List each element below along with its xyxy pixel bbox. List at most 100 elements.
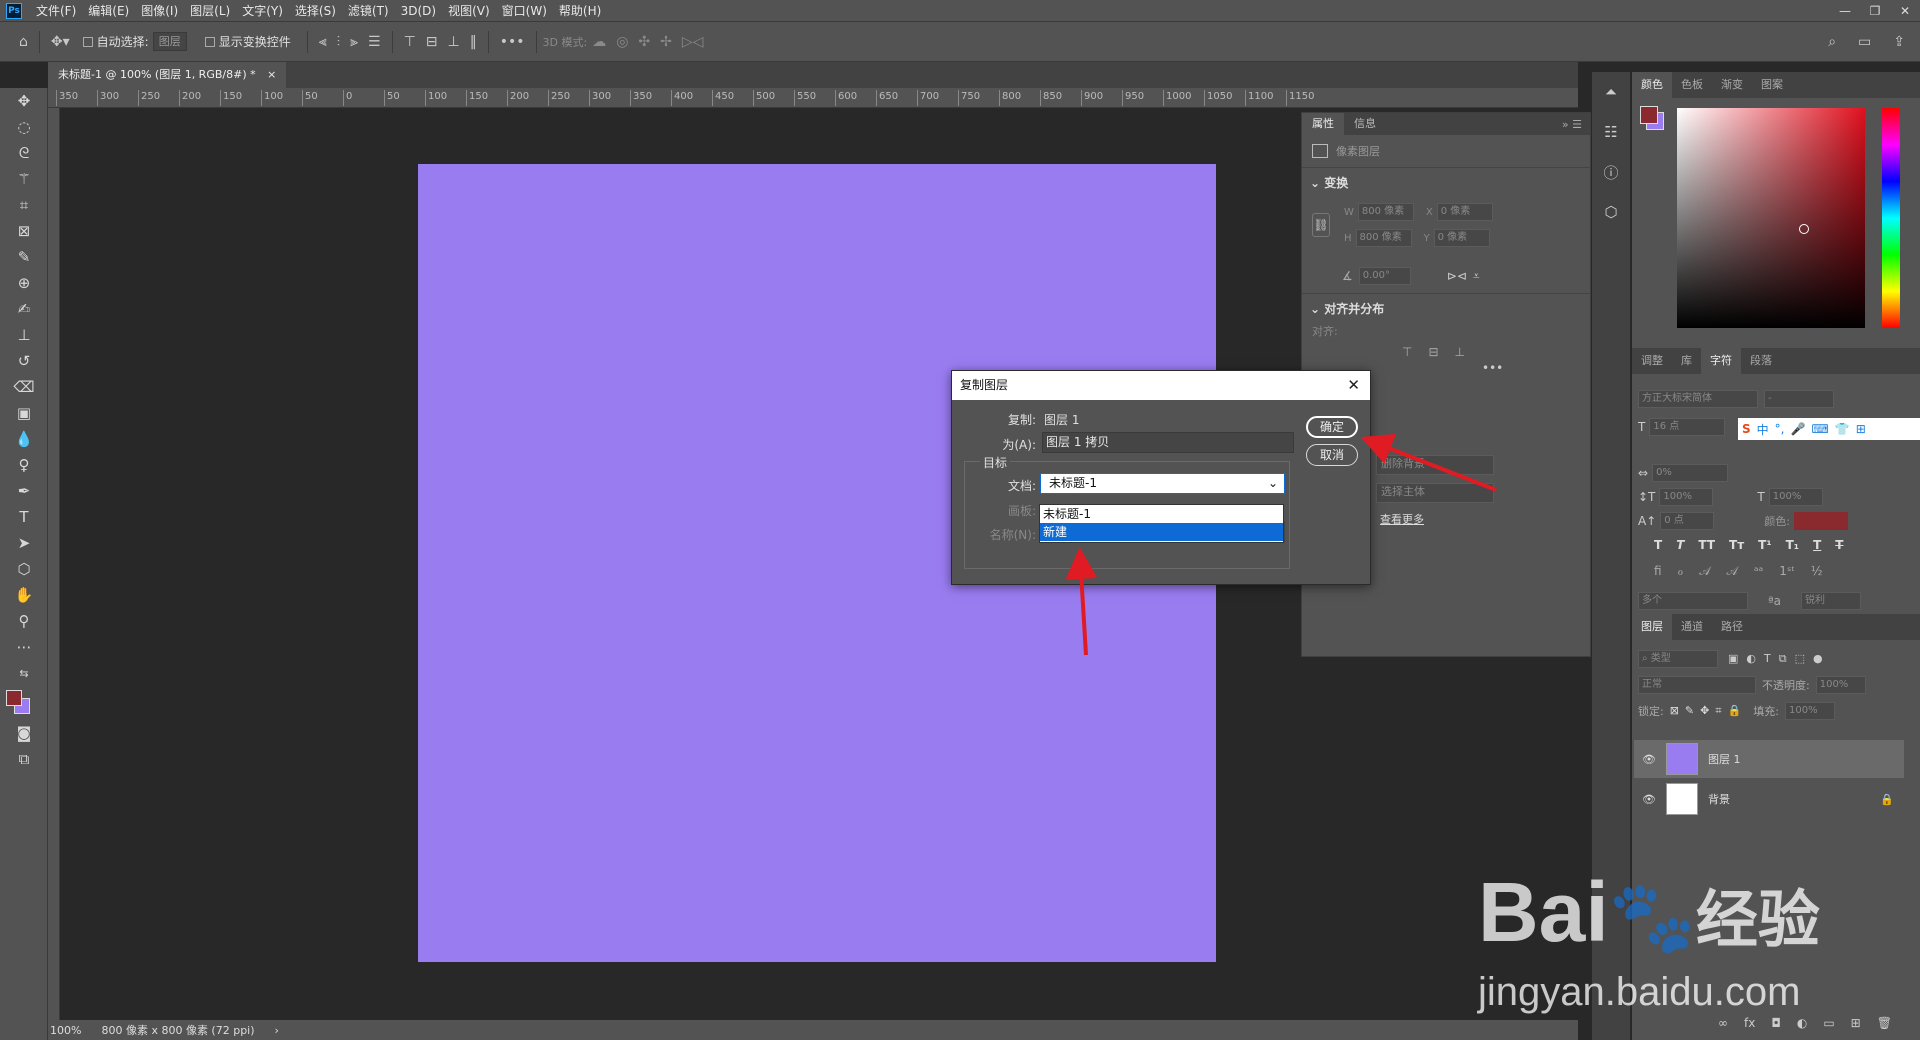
tab-character[interactable]: 字符 xyxy=(1701,348,1741,374)
faux-bold-icon[interactable]: T xyxy=(1654,538,1662,552)
vertical-scale-field[interactable]: 100% xyxy=(1659,488,1714,506)
swap-colors-icon[interactable]: ⇆ xyxy=(0,660,48,686)
tracking-field[interactable]: 0% xyxy=(1652,464,1729,482)
ligature-icon[interactable]: ﬁ xyxy=(1654,564,1662,579)
ime-voice-icon[interactable]: 🎤 xyxy=(1791,422,1806,436)
flip-vertical-icon[interactable]: ⩡ xyxy=(1473,269,1480,284)
font-family-field[interactable]: 方正大标宋简体 xyxy=(1638,390,1758,408)
eye-icon[interactable]: 👁 xyxy=(1642,753,1656,766)
align-bottom-icon[interactable]: ⊥ xyxy=(1455,345,1465,359)
menu-select[interactable]: 选择(S) xyxy=(289,0,342,22)
angle-field[interactable]: 0.00° xyxy=(1358,267,1411,285)
color-picker-field[interactable] xyxy=(1677,108,1865,328)
layer-name[interactable]: 背景 xyxy=(1708,791,1730,807)
menu-window[interactable]: 窗口(W) xyxy=(496,0,553,22)
width-field[interactable]: 800 像素 xyxy=(1357,203,1414,221)
marquee-tool-icon[interactable]: ◌ xyxy=(0,114,48,140)
menu-3d[interactable]: 3D(D) xyxy=(395,0,442,22)
align-middle-icon[interactable]: ⊟ xyxy=(1428,345,1438,359)
hue-slider[interactable] xyxy=(1882,108,1900,328)
align-hcenter-icon[interactable]: ⫶ xyxy=(332,34,346,50)
3d-cube-icon[interactable]: ⬡ xyxy=(1592,192,1630,232)
menu-type[interactable]: 文字(Y) xyxy=(236,0,289,22)
tab-color[interactable]: 颜色 xyxy=(1632,72,1672,98)
titling-icon[interactable]: ᵃᵃ xyxy=(1754,564,1763,579)
foreground-color-swatch[interactable] xyxy=(6,690,22,706)
document-tab[interactable]: 未标题-1 @ 100% (图层 1, RGB/8#) * × xyxy=(48,62,287,88)
menu-view[interactable]: 视图(V) xyxy=(442,0,496,22)
panel-collapse-icon[interactable]: » ☰ xyxy=(1562,118,1590,131)
align-right-icon[interactable]: ⫸ xyxy=(345,34,363,50)
tab-gradients[interactable]: 渐变 xyxy=(1712,72,1752,98)
adjust-icon[interactable]: ☷ xyxy=(1592,112,1630,152)
path-select-icon[interactable]: ➤ xyxy=(0,530,48,556)
blur-tool-icon[interactable]: 💧 xyxy=(0,426,48,452)
underline-icon[interactable]: T xyxy=(1813,538,1821,552)
see-more-link[interactable]: 查看更多 xyxy=(1376,511,1494,527)
history-icon[interactable]: ⏶ xyxy=(1592,72,1630,112)
tab-info[interactable]: 信息 xyxy=(1344,113,1386,135)
move-tool-icon[interactable]: ✥ xyxy=(0,88,48,114)
panel-fg-color[interactable] xyxy=(1640,106,1658,124)
3d-pan-icon[interactable]: ✣ xyxy=(633,34,655,50)
new-layer-icon[interactable]: ⊞ xyxy=(1851,1016,1861,1030)
move-tool-icon[interactable]: ✥▾ xyxy=(46,34,75,50)
lasso-tool-icon[interactable]: ᘓ xyxy=(0,140,48,166)
eyedropper-icon[interactable]: ✎ xyxy=(0,244,48,270)
layer-row[interactable]: 👁 背景 🔒 xyxy=(1634,780,1904,818)
transform-section-title[interactable]: ⌄ 变换 xyxy=(1302,168,1590,197)
align-left-icon[interactable]: ⫷ xyxy=(314,34,332,50)
shape-tool-icon[interactable]: ⬡ xyxy=(0,556,48,582)
menu-image[interactable]: 图像(I) xyxy=(135,0,184,22)
status-arrow-icon[interactable]: › xyxy=(275,1024,279,1037)
stamp-tool-icon[interactable]: ⊥ xyxy=(0,322,48,348)
lock-icons[interactable]: ⊠✎✥⌗🔒 xyxy=(1670,704,1748,718)
x-field[interactable]: 0 像素 xyxy=(1436,203,1493,221)
history-brush-icon[interactable]: ↺ xyxy=(0,348,48,374)
3d-slide-icon[interactable]: ✢ xyxy=(655,34,677,50)
font-size-field[interactable]: 16 点 xyxy=(1649,418,1726,436)
group-icon[interactable]: ▭ xyxy=(1823,1016,1834,1030)
y-field[interactable]: 0 像素 xyxy=(1433,229,1490,247)
zoom-tool-icon[interactable]: ⚲ xyxy=(0,608,48,634)
flip-horizontal-icon[interactable]: ⊳⊲ xyxy=(1447,269,1467,283)
3d-camera-icon[interactable]: ▷◁ xyxy=(677,34,709,50)
font-style-field[interactable]: - xyxy=(1764,390,1834,408)
fill-field[interactable]: 100% xyxy=(1784,702,1835,720)
menu-filter[interactable]: 滤镜(T) xyxy=(342,0,395,22)
more-tools-icon[interactable]: ⋯ xyxy=(0,634,48,660)
distribute-icon[interactable]: ☰ xyxy=(363,34,386,50)
height-field[interactable]: 800 像素 xyxy=(1355,229,1412,247)
workspace-icon[interactable]: ▭ xyxy=(1853,34,1876,50)
minimize-icon[interactable]: — xyxy=(1830,0,1860,22)
layer-row[interactable]: 👁 图层 1 xyxy=(1634,740,1904,778)
tab-patterns[interactable]: 图案 xyxy=(1752,72,1792,98)
discretionary-icon[interactable]: ℴ xyxy=(1678,564,1684,579)
fraction-icon[interactable]: ½ xyxy=(1811,564,1823,579)
dropdown-option-selected[interactable]: 新建 xyxy=(1040,523,1283,541)
layer-name[interactable]: 图层 1 xyxy=(1708,751,1741,767)
magic-wand-icon[interactable]: ⚚ xyxy=(0,166,48,192)
brush-tool-icon[interactable]: ✍ xyxy=(0,296,48,322)
menu-help[interactable]: 帮助(H) xyxy=(553,0,607,22)
tab-libraries[interactable]: 库 xyxy=(1672,348,1701,374)
sogou-logo-icon[interactable]: S xyxy=(1742,422,1751,436)
more-options-icon[interactable]: ••• xyxy=(495,34,530,50)
share-icon[interactable]: ⇪ xyxy=(1888,34,1910,50)
screen-mode-icon[interactable]: ⧉ xyxy=(0,746,48,772)
align-section-title[interactable]: ⌄ 对齐并分布 xyxy=(1302,294,1590,323)
layer-filter-icons[interactable]: ▣◐T⧉⬚● xyxy=(1728,652,1831,666)
hand-tool-icon[interactable]: ✋ xyxy=(0,582,48,608)
eraser-icon[interactable]: ⌫ xyxy=(0,374,48,400)
ime-menu-icon[interactable]: ⊞ xyxy=(1856,422,1866,436)
auto-select-dropdown[interactable]: 图层 xyxy=(152,32,187,51)
tab-layers[interactable]: 图层 xyxy=(1632,614,1672,640)
small-caps-icon[interactable]: Tᴛ xyxy=(1729,538,1744,552)
horizontal-scale-field[interactable]: 100% xyxy=(1768,488,1823,506)
pen-tool-icon[interactable]: ✒ xyxy=(0,478,48,504)
select-subject-button[interactable]: 选择主体 xyxy=(1376,483,1494,503)
dodge-tool-icon[interactable]: ♀ xyxy=(0,452,48,478)
color-swatches[interactable] xyxy=(0,686,48,720)
tab-properties[interactable]: 属性 xyxy=(1302,113,1344,135)
language-field[interactable]: 多个 xyxy=(1638,592,1748,610)
